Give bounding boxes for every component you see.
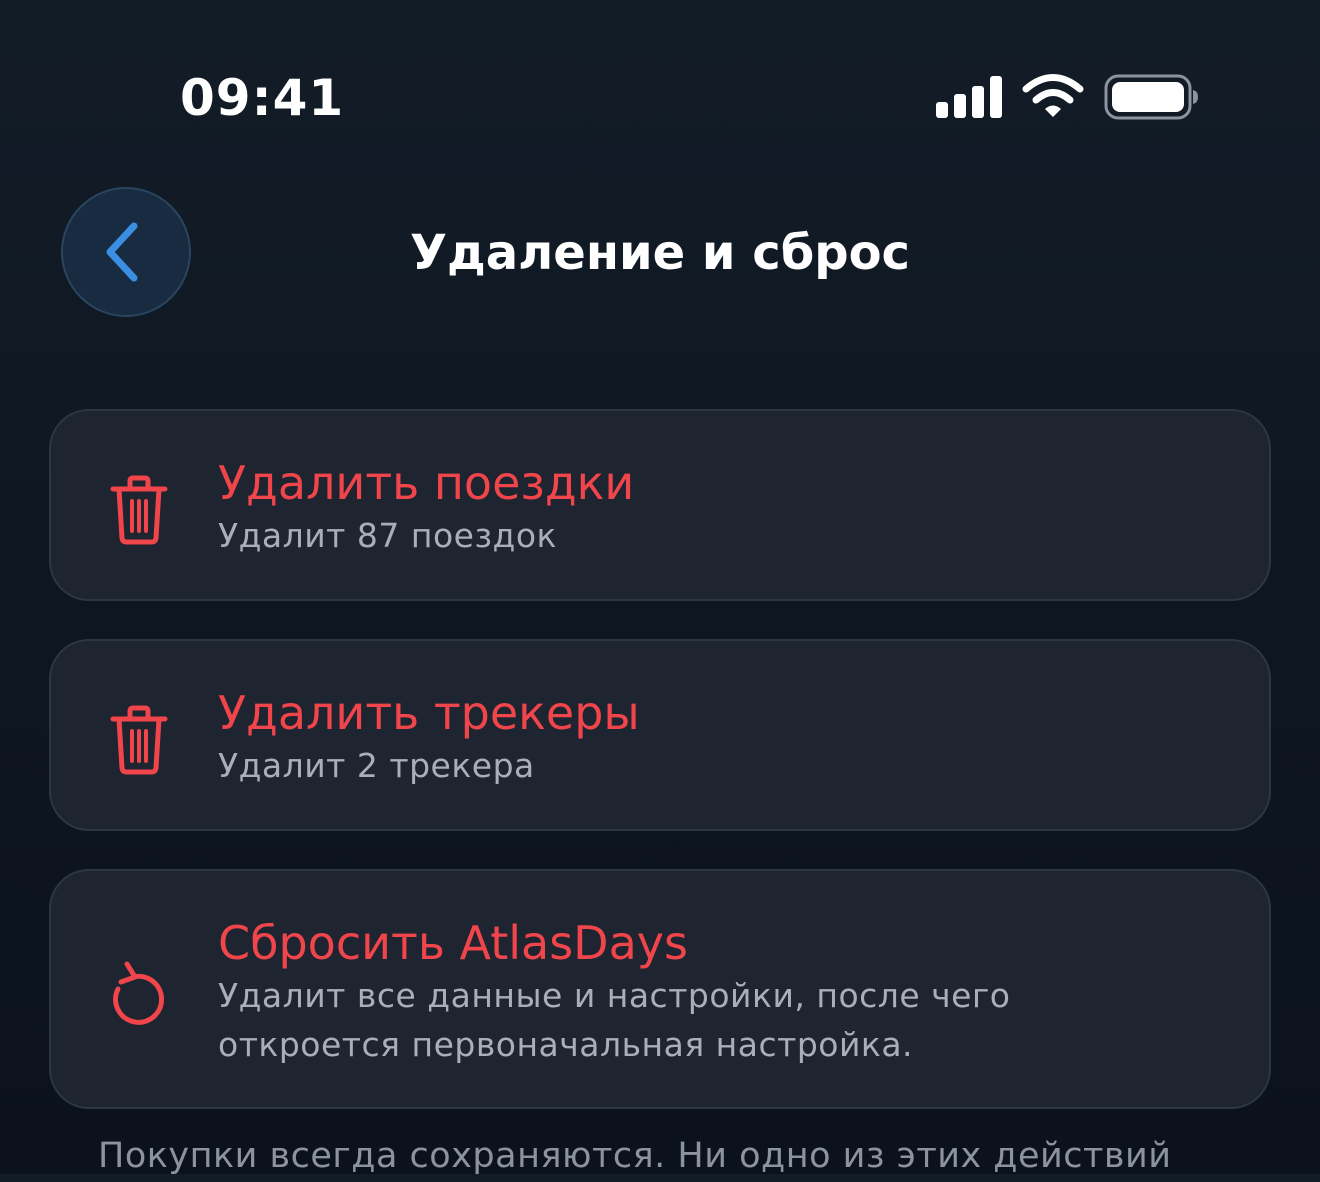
status-bar: 09:41 [0, 0, 1320, 170]
reset-app-title: Сбросить AtlasDays [218, 916, 688, 970]
delete-trackers-subtitle: Удалит 2 трекера [218, 746, 535, 785]
page-title: Удаление и сброс [409, 225, 911, 281]
status-time: 09:41 [180, 69, 345, 127]
wifi-icon [1022, 74, 1084, 117]
battery-icon [1104, 74, 1198, 120]
delete-trips-button[interactable]: Удалить поездки Удалит 87 поездок [49, 409, 1271, 601]
delete-trackers-button[interactable]: Удалить трекеры Удалит 2 трекера [49, 639, 1271, 831]
trash-icon [110, 705, 168, 775]
delete-trips-subtitle: Удалит 87 поездок [218, 516, 557, 555]
delete-trips-title: Удалить поездки [218, 456, 635, 510]
reset-app-subtitle: Удалит все данные и настройки, после чег… [218, 976, 1011, 1064]
delete-trackers-title: Удалить трекеры [218, 686, 640, 740]
trash-icon [110, 475, 168, 545]
cellular-signal-icon [936, 76, 1002, 118]
footer-note: Покупки всегда сохраняются. Ни одно из э… [98, 1136, 1172, 1176]
reset-arrow-icon [113, 961, 165, 1025]
reset-app-button[interactable]: Сбросить AtlasDays Удалит все данные и н… [49, 869, 1271, 1109]
